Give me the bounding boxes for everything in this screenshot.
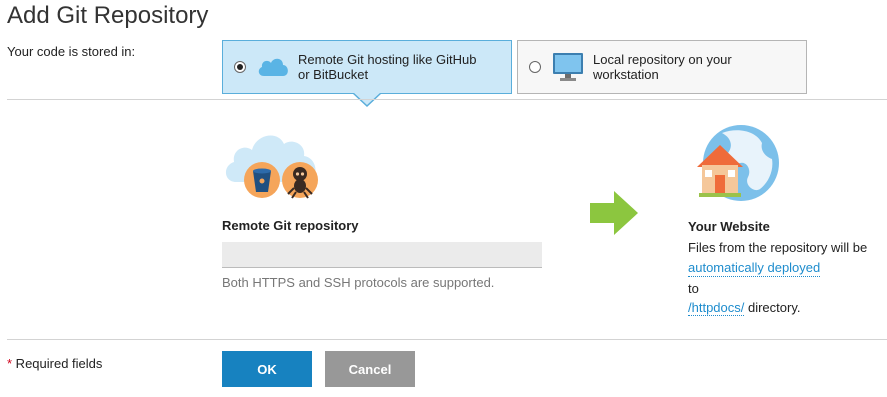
option-remote-git-hosting[interactable]: Remote Git hosting like GitHub or BitBuc… xyxy=(222,40,512,94)
house-globe-icon xyxy=(694,123,782,208)
option-local-label: Local repository on your workstation xyxy=(593,52,732,82)
protocols-hint: Both HTTPS and SSH protocols are support… xyxy=(222,275,495,290)
httpdocs-link[interactable]: /httpdocs/ xyxy=(688,300,745,316)
website-description-line: Files from the repository will be xyxy=(688,240,868,255)
page-title: Add Git Repository xyxy=(7,2,209,29)
arrow-right-icon xyxy=(590,191,638,240)
storage-label: Your code is stored in: xyxy=(7,44,136,59)
bitbucket-icon xyxy=(244,162,280,198)
radio-remote[interactable] xyxy=(234,61,246,73)
website-description-to: to xyxy=(688,281,699,296)
remote-repository-input[interactable] xyxy=(222,242,542,268)
divider xyxy=(7,339,887,340)
option-local-repository[interactable]: Local repository on your workstation xyxy=(517,40,807,94)
required-fields-label: Required fields xyxy=(12,356,103,371)
cloud-icon xyxy=(256,54,290,83)
website-title: Your Website xyxy=(688,219,770,234)
website-description-directory: /httpdocs/ directory. xyxy=(688,300,800,316)
monitor-icon xyxy=(552,52,584,87)
cancel-button[interactable]: Cancel xyxy=(325,351,415,387)
required-fields-note: * Required fields xyxy=(7,356,102,372)
remote-illustration xyxy=(222,122,322,205)
github-octocat-icon xyxy=(282,162,318,199)
option-remote-label: Remote Git hosting like GitHub or BitBuc… xyxy=(298,52,477,82)
automatically-deployed-link[interactable]: automatically deployed xyxy=(688,260,821,277)
divider xyxy=(7,99,887,100)
remote-repository-label: Remote Git repository xyxy=(222,218,359,233)
directory-suffix: directory. xyxy=(744,300,801,315)
radio-local[interactable] xyxy=(529,61,541,73)
ok-button[interactable]: OK xyxy=(222,351,312,387)
